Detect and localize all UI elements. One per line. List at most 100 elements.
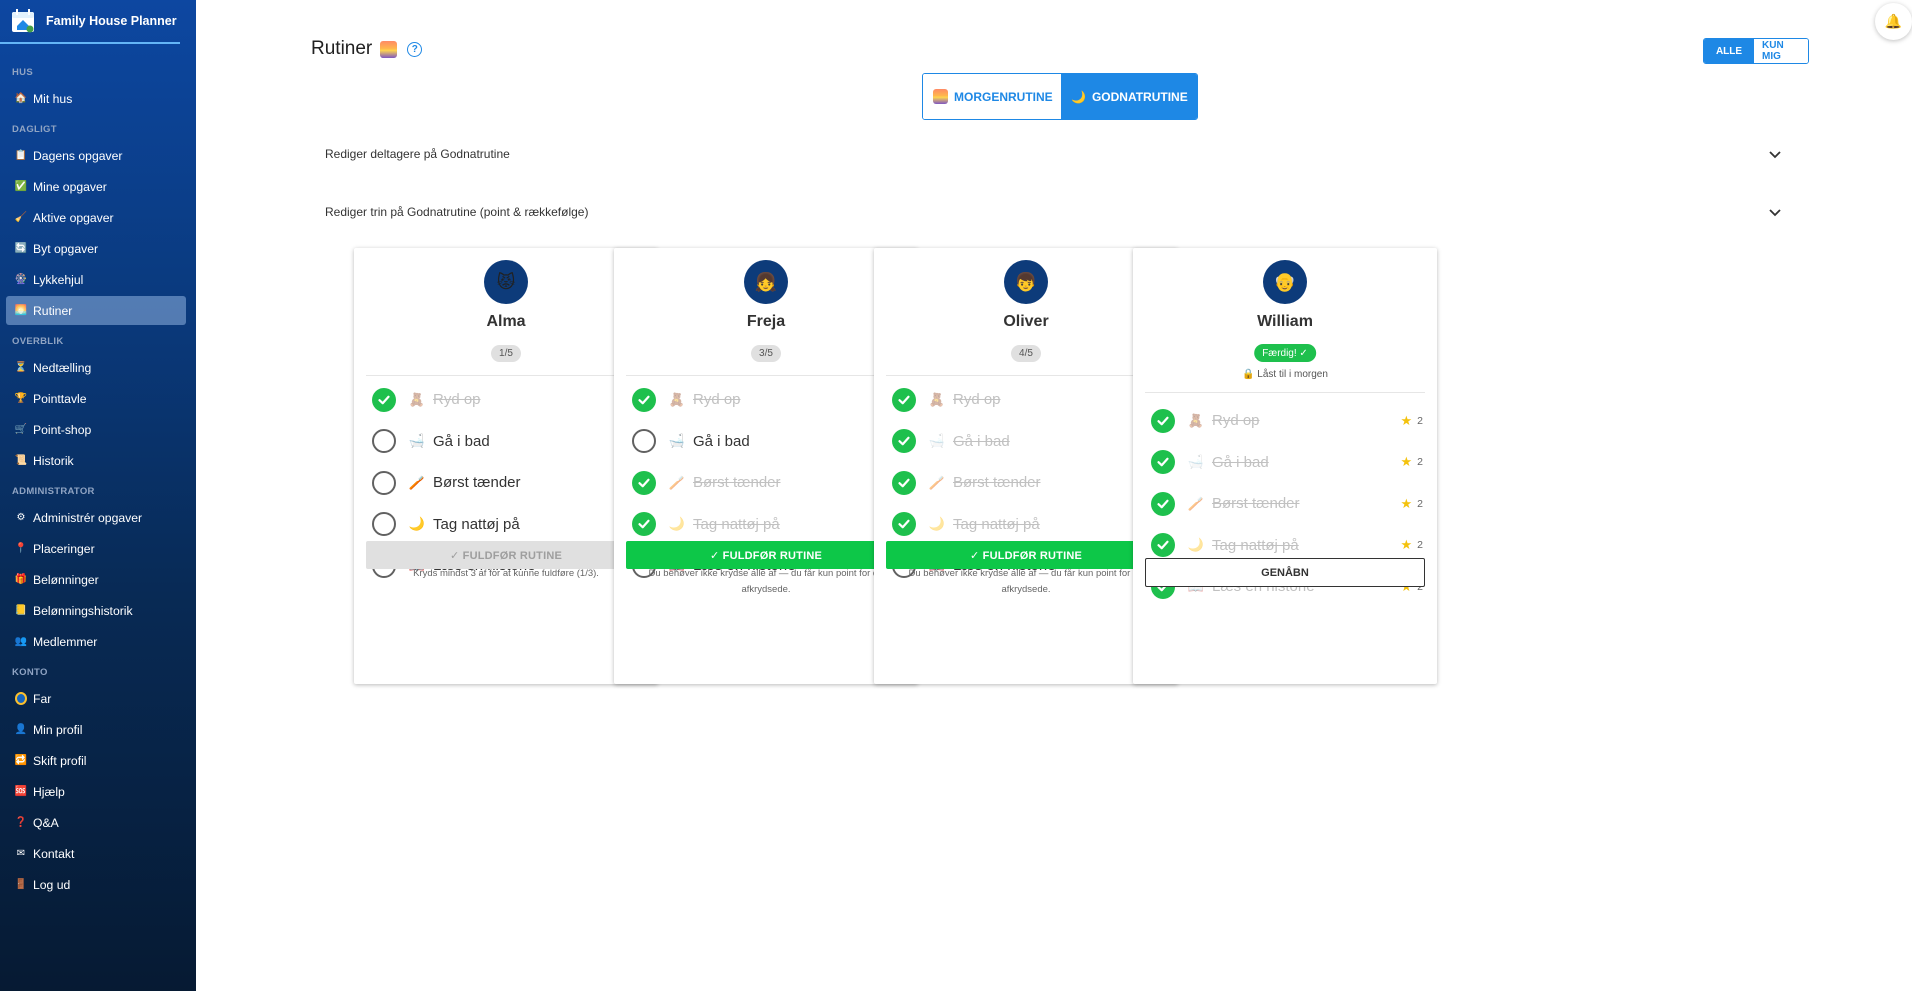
sidebar-item-skift-profil[interactable]: 🔁 Skift profil [6, 746, 186, 775]
unchecked-circle-icon[interactable] [372, 429, 396, 454]
step-label: Ryd op [1212, 412, 1260, 430]
sidebar-item-label: Byt opgaver [33, 241, 99, 256]
routine-step[interactable]: 🌙Tag nattøj på★2 [886, 504, 1166, 546]
participants-accordion[interactable]: Rediger deltagere på Godnatrutine [311, 134, 1795, 174]
help-icon[interactable]: ? [407, 41, 423, 57]
sidebar-item-label: Nedtælling [33, 360, 92, 375]
finished-badge: Færdig! ✓ [1254, 344, 1316, 362]
complete-routine-button[interactable]: ✓ FULDFØR RUTINE [366, 541, 646, 569]
sidebar-item-rutiner[interactable]: 🌅 Rutiner [6, 296, 186, 325]
step-points: ★2 [1401, 537, 1424, 553]
nav-section-header: DAGLIGT [12, 124, 57, 135]
brand[interactable]: Family House Planner [0, 0, 180, 44]
routine-step[interactable]: 🪥Børst tænder★2 [886, 462, 1166, 504]
checked-circle-icon[interactable] [632, 387, 656, 412]
checked-circle-icon[interactable] [892, 429, 916, 454]
chevron-down-icon [1769, 151, 1781, 159]
sidebar-item-medlemmer[interactable]: 👥 Medlemmer [6, 627, 186, 656]
tab-night-routine[interactable]: 🌙 GODNATRUTINE [1061, 74, 1197, 119]
door-icon: 🚪 [14, 878, 28, 890]
routine-step[interactable]: 🧸Ryd op★2 [886, 379, 1166, 421]
checked-circle-icon[interactable] [372, 387, 396, 412]
sidebar-item-log-ud[interactable]: 🚪 Log ud [6, 870, 186, 899]
routine-step[interactable]: 🌙Tag nattøj på★2 [626, 504, 906, 546]
checked-circle-icon[interactable] [1151, 450, 1175, 475]
sidebar-item-label: Point-shop [33, 422, 92, 437]
moon-icon: 🌙 [1071, 89, 1086, 104]
complete-routine-button[interactable]: ✓ FULDFØR RUTINE [886, 541, 1166, 569]
sidebar-item-belønningshistorik[interactable]: 📒 Belønningshistorik [6, 596, 186, 625]
sidebar-item-point-shop[interactable]: 🛒 Point-shop [6, 415, 186, 444]
checked-circle-icon[interactable] [1151, 533, 1175, 558]
routine-step[interactable]: 🪥Børst tænder★2 [626, 462, 906, 504]
routine-step[interactable]: 🛁Gå i bad★2 [886, 421, 1166, 463]
sidebar-item-placeringer[interactable]: 📍 Placeringer [6, 534, 186, 563]
member-name: William [1257, 313, 1313, 330]
sidebar-item-label: Dagens opgaver [33, 148, 123, 163]
swap-icon: 🔄 [14, 242, 28, 254]
ledger-icon: 📒 [14, 604, 28, 616]
checked-circle-icon[interactable] [1151, 491, 1175, 516]
checked-circle-icon[interactable] [1151, 408, 1175, 433]
routine-step[interactable]: 🛁Gå i bad★2 [626, 421, 906, 463]
sidebar-item-byt-opgaver[interactable]: 🔄 Byt opgaver [6, 234, 186, 263]
checked-circle-icon[interactable] [632, 470, 656, 495]
sidebar-item-aktive-opgaver[interactable]: 🧹 Aktive opgaver [6, 203, 186, 232]
sidebar-item-far[interactable]: Far [6, 684, 186, 713]
sidebar: Family House Planner HUS 🏠 Mit hus DAGLIGT 📋… [0, 0, 196, 991]
sidebar-item-belønninger[interactable]: 🎁 Belønninger [6, 565, 186, 594]
checked-circle-icon[interactable] [892, 387, 916, 412]
member-filter-toggle: ALLE KUN MIG [1703, 38, 1809, 64]
sidebar-item-pointtavle[interactable]: 🏆 Pointtavle [6, 384, 186, 413]
routine-step[interactable]: 🌙Tag nattøj på★2 [366, 504, 646, 546]
sidebar-item-label: Skift profil [33, 753, 87, 768]
checked-circle-icon[interactable] [892, 512, 916, 537]
unchecked-circle-icon[interactable] [632, 429, 656, 454]
unchecked-circle-icon[interactable] [372, 470, 396, 495]
step-icon: 🧸 [668, 391, 686, 407]
routine-step[interactable]: 🧸Ryd op★2 [1145, 400, 1425, 442]
step-icon: 🪥 [668, 474, 686, 490]
notification-bell-icon[interactable]: 🔔 [1875, 3, 1912, 40]
routine-step[interactable]: 🪥Børst tænder★2 [1145, 483, 1425, 525]
routine-step[interactable]: 🛁Gå i bad★2 [366, 421, 646, 463]
star-icon: ★ [1400, 495, 1413, 511]
sidebar-item-q-a[interactable]: ❓ Q&A [6, 808, 186, 837]
sidebar-item-administr-r-opgaver[interactable]: ⚙ Administrér opgaver [6, 503, 186, 532]
tab-morning-routine[interactable]: MORGENRUTINE [923, 74, 1061, 119]
filter-mine-button[interactable]: KUN MIG [1754, 39, 1808, 63]
sidebar-item-mine-opgaver[interactable]: ✅ Mine opgaver [6, 172, 186, 201]
sidebar-item-hjælp[interactable]: 🆘 Hjælp [6, 777, 186, 806]
complete-routine-button[interactable]: ✓ FULDFØR RUTINE [626, 541, 906, 569]
sidebar-item-historik[interactable]: 📜 Historik [6, 446, 186, 475]
sidebar-item-nedtælling[interactable]: ⏳ Nedtælling [6, 353, 186, 382]
routine-step[interactable]: 🪥Børst tænder★2 [366, 462, 646, 504]
routine-tabs: MORGENRUTINE 🌙 GODNATRUTINE [922, 73, 1198, 120]
checked-circle-icon[interactable] [892, 470, 916, 495]
points-value: 2 [1417, 456, 1423, 469]
shop-icon: 🛒 [14, 423, 28, 435]
routine-step[interactable]: 🛁Gå i bad★2 [1145, 442, 1425, 484]
sidebar-item-lykkehjul[interactable]: 🎡 Lykkehjul [6, 265, 186, 294]
step-icon: 🪥 [408, 474, 426, 490]
unchecked-circle-icon[interactable] [372, 512, 396, 537]
filter-all-button[interactable]: ALLE [1704, 39, 1754, 63]
participants-accordion-label: Rediger deltagere på Godnatrutine [325, 147, 510, 161]
sidebar-item-mit-hus[interactable]: 🏠 Mit hus [6, 84, 186, 113]
routine-step[interactable]: 🧸Ryd op★2 [366, 379, 646, 421]
step-label: Gå i bad [693, 432, 750, 450]
step-label: Gå i bad [433, 432, 490, 450]
sidebar-item-dagens-opgaver[interactable]: 📋 Dagens opgaver [6, 141, 186, 170]
reopen-button[interactable]: GENÅBN [1145, 558, 1425, 587]
gift-icon: 🎁 [14, 573, 28, 585]
avatar-icon [15, 692, 27, 705]
routine-step[interactable]: 🧸Ryd op★2 [626, 379, 906, 421]
sidebar-item-min-profil[interactable]: 👤 Min profil [6, 715, 186, 744]
sidebar-item-kontakt[interactable]: ✉ Kontakt [6, 839, 186, 868]
trophy-icon: 🏆 [14, 392, 28, 404]
sidebar-item-label: Medlemmer [33, 634, 98, 649]
progress-badge: 3/5 [751, 345, 781, 362]
calendar-house-icon [10, 8, 36, 34]
steps-accordion[interactable]: Rediger trin på Godnatrutine (point & ræ… [311, 192, 1795, 232]
checked-circle-icon[interactable] [632, 512, 656, 537]
